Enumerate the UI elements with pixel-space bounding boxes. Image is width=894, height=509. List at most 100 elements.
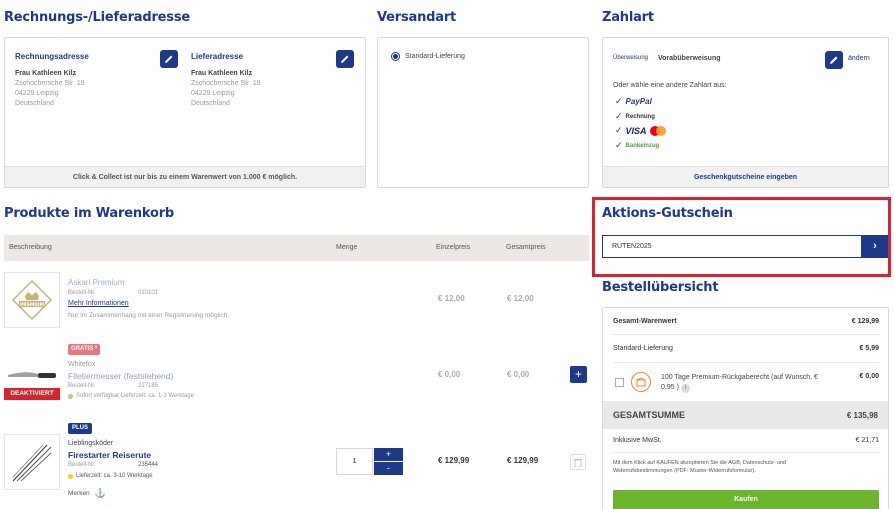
address-box: Rechnungsadresse Frau Kathleen Kilz Zsch… [4, 37, 366, 188]
product-name[interactable]: Firestarter Reiserute [68, 450, 151, 460]
return-policy-checkbox[interactable] [615, 378, 624, 387]
summary-box: Gesamt-Warenwert € 129,99 Standard-Liefer… [602, 307, 889, 509]
table-row: PLUS Lieblingsköder Firestarter Reiserut… [4, 418, 589, 508]
more-info-link[interactable]: Mehr Informationen [68, 300, 129, 307]
product-note: Nur im Zusammenhang mit einer Registrier… [68, 312, 230, 319]
shipping-method-box: Standard-Lieferung [377, 37, 589, 188]
visa-logo: VISA [625, 125, 647, 136]
col-unit-price: Einzelpreis [436, 244, 471, 251]
address-heading: Rechnungs-/Lieferadresse [4, 10, 190, 25]
payment-heading: Zahlart [602, 10, 654, 25]
product-brand: Askari Premium [68, 278, 125, 287]
mastercard-icon [649, 125, 666, 136]
check-icon: ✓ [615, 111, 623, 121]
return-policy-label: 100 Tage Premium-Rückgaberecht (auf Wuns… [661, 374, 818, 393]
payment-option-invoice[interactable]: ✓ Rechnung [615, 111, 655, 122]
coupon-submit-button[interactable]: › [862, 235, 888, 258]
chevron-right-icon: › [873, 240, 877, 252]
payment-box: Überweisung Vorabüberweisung ändern Oder… [602, 37, 889, 188]
col-quantity: Menge [336, 244, 358, 251]
summary-heading: Bestellübersicht [602, 280, 719, 295]
plus-badge: PLUS [68, 423, 93, 434]
table-row: DEAKTIVIERT GRATIS * Whitefox Filetierme… [4, 340, 589, 408]
availability: Sofort verfügbar Lieferzeit: ca. 1-3 Wer… [68, 393, 194, 399]
change-payment-link[interactable]: ändern [848, 55, 870, 62]
coupon-input[interactable]: RUTEN2025 [602, 235, 862, 258]
status-dot-icon [68, 393, 73, 399]
product-image[interactable] [4, 434, 60, 490]
anchor-icon: ⚓ [94, 488, 106, 498]
check-icon: ✓ [615, 125, 623, 135]
grand-total-row: GESAMTSUMME € 135,98 [603, 401, 888, 429]
remove-item-button[interactable] [570, 454, 586, 470]
product-image[interactable]: PREMIUM [4, 272, 60, 328]
cart-heading: Produkte im Warenkorb [4, 206, 175, 221]
radio-dot-icon [393, 54, 398, 59]
quantity-decrease-button[interactable]: - [374, 462, 403, 475]
edit-billing-button[interactable] [160, 50, 178, 68]
total-price: € 129,99 [507, 456, 539, 465]
total-price: € 0,00 [507, 370, 530, 379]
debit-label: Bankeinzug [625, 142, 660, 149]
info-icon[interactable]: i [680, 384, 690, 393]
fishing-rod-icon [12, 444, 52, 482]
product-brand: Lieblingsköder [68, 440, 114, 447]
knife-icon [8, 372, 56, 378]
status-dot-icon [68, 473, 73, 479]
order-no-label: Bestell-Nr. [68, 290, 96, 296]
table-row: PREMIUM Askari Premium Bestell-Nr. 01010… [4, 270, 589, 334]
order-no-label: Bestell-Nr. [68, 462, 96, 468]
total-price: € 12,00 [507, 294, 534, 303]
vat-row: Inklusive MwSt. € 21,71 [613, 429, 879, 453]
paypal-logo: PayPal [625, 97, 652, 106]
shipping-address-label: Lieferadresse [191, 52, 244, 61]
coupon-heading: Aktions-Gutschein [602, 206, 733, 221]
order-no: 235444 [138, 462, 159, 468]
payment-option-debit[interactable]: ✓ Bankeinzug [615, 140, 659, 151]
order-no: 010101 [138, 290, 159, 296]
availability: Lieferzeit: ca. 3-10 Werktage [68, 473, 153, 479]
add-free-item-button[interactable]: + [570, 366, 587, 383]
shipping-address: Frau Kathleen Kilz Zschochersche Str. 19… [191, 70, 261, 107]
invoice-label: Rechnung [625, 113, 655, 120]
other-payment-prompt: Oder wähle eine andere Zahlart aus: [613, 82, 727, 89]
quantity-input[interactable]: 1 [336, 448, 373, 475]
return-box-icon [631, 372, 651, 392]
unit-price: € 12,00 [438, 294, 465, 303]
cart-table-header: Beschreibung Menge Einzelpreis Gesamtpre… [4, 235, 589, 261]
return-policy-row: 100 Tage Premium-Rückgaberecht (auf Wuns… [613, 363, 879, 401]
col-total-price: Gesamtpreis [506, 244, 546, 251]
payment-option-paypal[interactable]: ✓ PayPal [615, 96, 652, 107]
selected-payment-label: Vorabüberweisung [658, 55, 721, 62]
check-icon: ✓ [615, 140, 623, 150]
billing-address-label: Rechnungsadresse [15, 52, 89, 61]
quantity-increase-button[interactable]: + [374, 448, 403, 461]
buy-button[interactable]: Kaufen [613, 490, 879, 509]
order-no: 227185 [138, 383, 159, 389]
shipping-cost-row: Standard-Lieferung € 5,99 [613, 335, 879, 363]
edit-shipping-button[interactable] [336, 50, 354, 68]
svg-text:PREMIUM: PREMIUM [20, 302, 45, 308]
shipping-method-heading: Versandart [377, 10, 457, 25]
order-no-label: Bestell-Nr. [68, 383, 96, 389]
click-collect-note: Click & Collect ist nur bis zu einem War… [5, 166, 365, 187]
product-name[interactable]: Filetiermesser (feststehend) [68, 371, 173, 381]
product-brand: Whitefox [68, 361, 96, 368]
check-icon: ✓ [615, 96, 623, 106]
pencil-icon [165, 55, 173, 63]
col-description: Beschreibung [9, 244, 52, 251]
bookmark-link[interactable]: Merken ⚓ [68, 488, 106, 499]
gift-voucher-link[interactable]: Geschenkgutscheine eingeben [603, 166, 888, 187]
goods-total-row: Gesamt-Warenwert € 129,99 [613, 308, 879, 335]
pencil-icon [341, 55, 349, 63]
free-badge: GRATIS * [68, 344, 101, 355]
shipping-radio[interactable] [391, 52, 400, 61]
change-payment-button[interactable] [825, 51, 843, 69]
shipping-option-label: Standard-Lieferung [405, 53, 465, 60]
payment-option-card[interactable]: ✓ VISA [615, 125, 666, 136]
return-policy-value: € 0,00 [859, 373, 879, 380]
unit-price: € 0,00 [438, 370, 461, 379]
billing-address: Frau Kathleen Kilz Zschochersche Str. 19… [15, 70, 85, 107]
deactivated-overlay: DEAKTIVIERT [4, 388, 60, 400]
unit-price: € 129,99 [438, 456, 470, 465]
